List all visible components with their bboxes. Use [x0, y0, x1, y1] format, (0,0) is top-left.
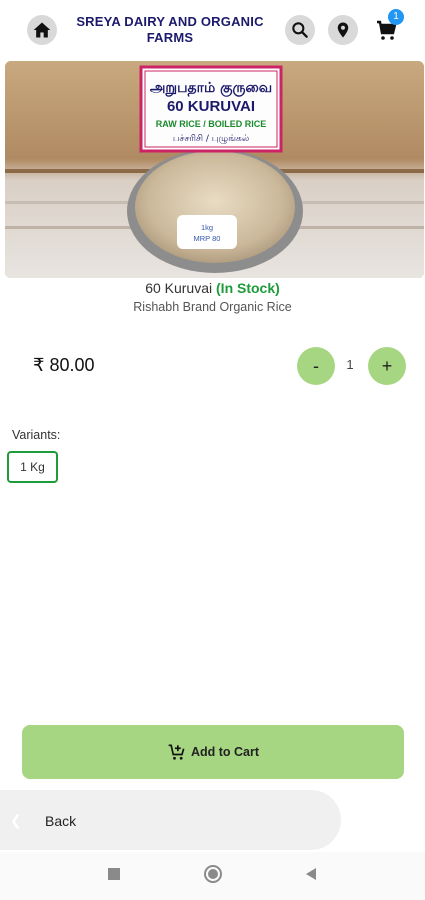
stock-status: (In Stock) — [216, 280, 280, 296]
location-pin-icon — [337, 22, 349, 38]
sign-subtitle: RAW RICE / BOILED RICE — [156, 119, 267, 129]
search-button[interactable] — [285, 15, 315, 45]
variant-option-1kg[interactable]: 1 Kg — [7, 451, 58, 483]
plus-label: + — [381, 355, 393, 376]
brand-title: SREYA DAIRY AND ORGANIC FARMS — [76, 14, 264, 45]
location-button[interactable] — [328, 15, 358, 45]
product-brand: Rishabh Brand Organic Rice — [133, 300, 292, 314]
tag-mrp: MRP 80 — [194, 234, 221, 243]
quantity-value: 1 — [346, 357, 354, 372]
product-name: 60 Kuruvai (In Stock) — [0, 280, 425, 296]
system-nav-bar — [0, 852, 425, 900]
decrease-quantity-button[interactable]: - — [297, 347, 335, 385]
sign-tamil-title: அறுபதாம் குருவை — [150, 80, 272, 97]
variants-label: Variants: — [12, 428, 61, 442]
app-header: SREYA DAIRY AND ORGANIC FARMS 1 — [0, 0, 425, 60]
tag-weight: 1kg — [201, 223, 213, 232]
back-label: Back — [45, 813, 77, 829]
sign-tamil-subtitle: பச்சரிசி / புழுங்கல் — [173, 134, 249, 144]
search-icon — [292, 22, 308, 38]
back-nav-icon[interactable] — [303, 866, 319, 882]
minus-label: - — [313, 355, 319, 376]
add-to-cart-label: Add to Cart — [190, 745, 260, 759]
add-to-cart-icon — [168, 744, 185, 760]
home-nav-icon[interactable] — [203, 864, 223, 884]
add-to-cart-button[interactable]: Add to Cart — [22, 725, 404, 779]
increase-quantity-button[interactable]: + — [368, 347, 406, 385]
product-title: 60 Kuruvai — [145, 280, 213, 296]
product-price: ₹ 80.00 — [33, 355, 95, 375]
cart-button[interactable]: 1 — [371, 9, 404, 45]
home-icon — [33, 22, 51, 38]
sign-english-title: 60 KURUVAI — [167, 98, 255, 115]
back-button[interactable]: ❮ Back — [0, 790, 341, 850]
product-image: அறுபதாம் குருவை 60 KURUVAI RAW RICE / BO… — [5, 61, 424, 278]
chevron-left-icon: ❮ — [10, 812, 22, 828]
cart-count-badge: 1 — [388, 9, 404, 25]
home-button[interactable] — [27, 15, 57, 45]
recent-apps-icon[interactable] — [106, 866, 122, 882]
